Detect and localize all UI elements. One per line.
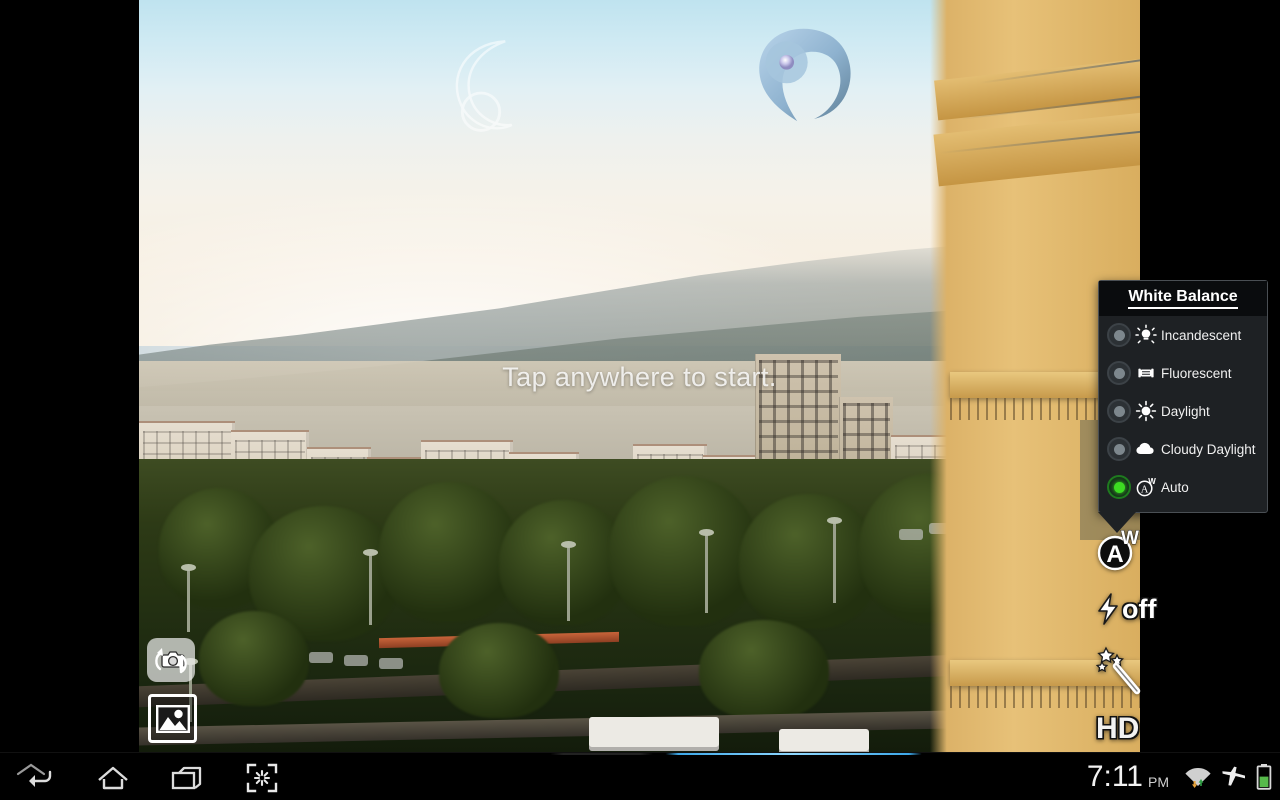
clock-meridiem: PM — [1148, 773, 1169, 790]
flash-state-label: off — [1122, 593, 1157, 624]
airplane-mode-icon — [1222, 766, 1245, 786]
wb-option-fluorescent[interactable]: Fluorescent — [1099, 354, 1267, 392]
auto-wb-icon: A W — [1135, 476, 1157, 498]
white-balance-title: White Balance — [1128, 288, 1238, 309]
screenshot-button[interactable] — [231, 759, 293, 797]
radio-incandescent[interactable] — [1107, 323, 1131, 347]
home-icon — [98, 766, 128, 790]
radio-fluorescent[interactable] — [1107, 361, 1131, 385]
radio-daylight[interactable] — [1107, 399, 1131, 423]
switch-camera-icon — [155, 648, 187, 674]
home-button[interactable] — [82, 759, 144, 797]
cloud-icon — [1135, 438, 1157, 460]
radio-auto[interactable] — [1107, 475, 1131, 499]
white-balance-button[interactable]: A W — [1096, 528, 1140, 572]
sun-icon — [1135, 400, 1157, 422]
flash-button[interactable]: off — [1094, 592, 1156, 626]
photo-thumbnail-icon — [155, 704, 190, 733]
fluorescent-tube-icon — [1135, 362, 1157, 384]
screenshot-icon — [246, 763, 278, 793]
van — [779, 728, 869, 752]
white-balance-popup-header: White Balance — [1099, 281, 1267, 316]
recent-apps-icon — [171, 766, 202, 790]
video-quality-button[interactable]: HD — [1096, 712, 1139, 746]
incandescent-bulb-icon — [1135, 324, 1157, 346]
clock: 7:11 — [1086, 760, 1143, 793]
wifi-icon — [1185, 768, 1211, 788]
effects-button[interactable] — [1096, 645, 1142, 697]
wb-option-incandescent[interactable]: Incandescent — [1099, 316, 1267, 354]
wb-label-auto: Auto — [1161, 479, 1189, 495]
back-button[interactable] — [8, 759, 70, 797]
hd-label: HD — [1096, 712, 1140, 745]
white-balance-popup[interactable]: White Balance Incandescent Fluorescent D… — [1098, 280, 1268, 513]
flash-icon — [1098, 593, 1118, 625]
switch-camera-button[interactable] — [147, 638, 195, 682]
camera-app-screen: Tap anywhere to start. A W off HD White … — [0, 0, 1280, 800]
system-navigation-bar: 7:11 PM — [0, 752, 1280, 800]
svg-text:A: A — [1141, 484, 1149, 495]
wb-label-fluorescent: Fluorescent — [1161, 365, 1232, 381]
wb-label-cloudy-daylight: Cloudy Daylight — [1161, 441, 1256, 457]
status-area[interactable]: 7:11 PM — [1087, 753, 1272, 800]
recent-apps-button[interactable] — [156, 759, 218, 797]
wb-option-auto[interactable]: A W Auto — [1099, 468, 1267, 506]
camera-preview[interactable]: Tap anywhere to start. — [139, 0, 1140, 752]
wb-option-cloudy-daylight[interactable]: Cloudy Daylight — [1099, 430, 1267, 468]
svg-text:W: W — [1148, 477, 1156, 486]
magic-wand-icon — [1096, 646, 1141, 695]
white-balance-popup-pointer — [1098, 512, 1136, 533]
battery-icon — [1256, 764, 1272, 790]
wb-label-incandescent: Incandescent — [1161, 327, 1242, 343]
wb-option-daylight[interactable]: Daylight — [1099, 392, 1267, 430]
back-arrow-icon — [29, 770, 52, 787]
auto-white-balance-icon: A W — [1097, 528, 1139, 571]
gallery-button[interactable] — [148, 694, 197, 743]
bus — [589, 716, 719, 751]
wb-label-daylight: Daylight — [1161, 403, 1210, 419]
radio-cloudy-daylight[interactable] — [1107, 437, 1131, 461]
